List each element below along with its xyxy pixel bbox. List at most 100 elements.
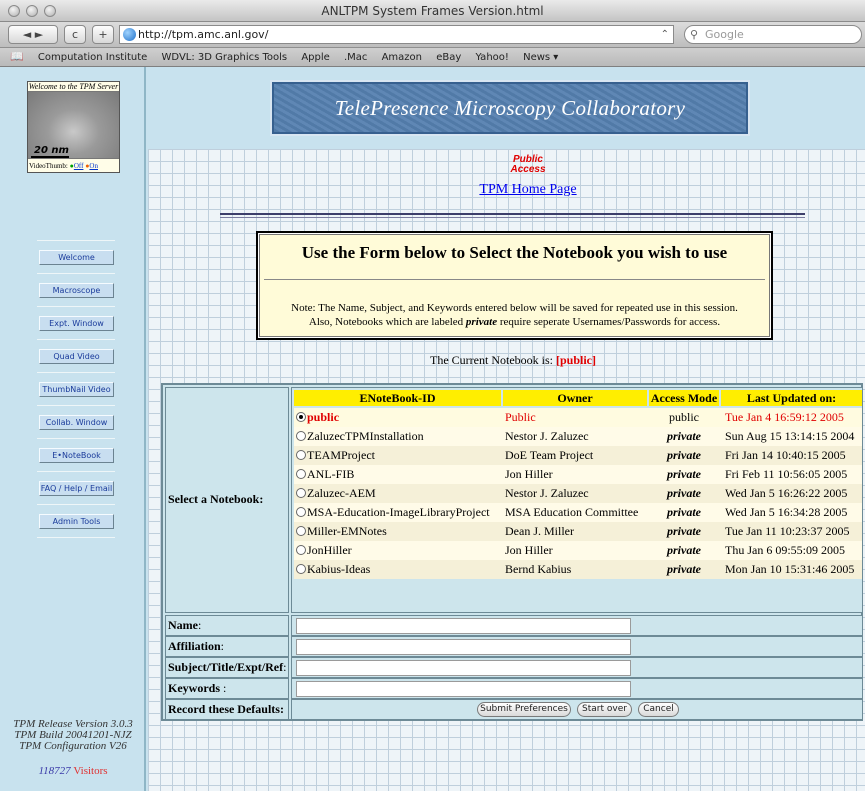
- close-window-icon[interactable]: [8, 5, 20, 17]
- bookmark-item[interactable]: Amazon: [382, 52, 422, 63]
- note-line-2: Also, Notebooks which are labeled privat…: [258, 315, 771, 329]
- nav-faq-help-email-button[interactable]: FAQ / Help / Email: [39, 481, 114, 496]
- notebook-row[interactable]: Kabius-Ideas Bernd Kabius private Mon Jan 1…: [294, 560, 862, 579]
- instructions-box: Use the Form below to Select the Noteboo…: [256, 231, 773, 340]
- nav-quad-video-button[interactable]: Quad Video: [39, 349, 114, 364]
- videothumb-off-link[interactable]: Off: [74, 162, 84, 170]
- left-nav-list: Welcome Macroscope Expt. Window Quad Vid…: [37, 240, 115, 538]
- notebook-owner: Jon Hiller: [505, 543, 553, 557]
- search-placeholder: Google: [705, 28, 744, 41]
- keywords-input[interactable]: [296, 681, 631, 697]
- nav-macroscope-button[interactable]: Macroscope: [39, 283, 114, 298]
- note-private-word: private: [465, 316, 498, 328]
- keywords-label-text: Keywords: [168, 681, 220, 695]
- bookmark-item[interactable]: News ▾: [523, 52, 558, 63]
- nav-collab-window-button[interactable]: Collab. Window: [39, 415, 114, 430]
- keywords-row: Keywords :: [165, 678, 863, 699]
- content-area: Public Access TPM Home Page Use the Form…: [148, 149, 865, 791]
- submit-preferences-button[interactable]: Submit Preferences: [477, 702, 571, 717]
- reload-button[interactable]: c: [64, 25, 86, 44]
- bookmark-item[interactable]: .Mac: [344, 52, 367, 63]
- subject-row: Subject/Title/Expt/Ref:: [165, 657, 863, 678]
- notebook-id: Zaluzec-AEM: [307, 486, 376, 500]
- notebook-row[interactable]: MSA-Education-ImageLibraryProject MSA Edu…: [294, 503, 862, 522]
- notebook-radio[interactable]: [296, 545, 306, 555]
- subject-label: Subject/Title/Expt/Ref:: [165, 657, 289, 678]
- affiliation-row: Affiliation:: [165, 636, 863, 657]
- bookmark-item[interactable]: Computation Institute: [38, 52, 147, 63]
- bookmark-item[interactable]: Apple: [301, 52, 329, 63]
- nav-expt-window-button[interactable]: Expt. Window: [39, 316, 114, 331]
- notebook-radio[interactable]: [296, 469, 306, 479]
- zoom-window-icon[interactable]: [44, 5, 56, 17]
- bookmark-item[interactable]: WDVL: 3D Graphics Tools: [162, 52, 288, 63]
- notebook-access-mode: private: [667, 505, 701, 519]
- bookmarks-book-icon[interactable]: 📖: [10, 50, 24, 63]
- notebook-id: Kabius-Ideas: [307, 562, 371, 576]
- name-label: Name:: [165, 615, 289, 636]
- notebook-owner: DoE Team Project: [505, 448, 594, 462]
- notebook-radio[interactable]: [296, 507, 306, 517]
- nav-divider: [37, 537, 115, 538]
- main-header: TelePresence Microscopy Collaboratory: [148, 67, 865, 149]
- url-dropdown-icon[interactable]: ⌃: [661, 26, 669, 43]
- tpm-home-link-text[interactable]: TPM Home Page: [479, 182, 576, 197]
- back-forward-button[interactable]: ◄ ►: [8, 25, 58, 44]
- notebook-owner: Nestor J. Zaluzec: [505, 486, 589, 500]
- minimize-window-icon[interactable]: [26, 5, 38, 17]
- notebook-radio[interactable]: [296, 488, 306, 498]
- notebook-row[interactable]: Zaluzec-AEM Nestor J. Zaluzec private Wed J…: [294, 484, 862, 503]
- scale-bar: [31, 156, 69, 158]
- start-over-button[interactable]: Start over: [577, 702, 632, 717]
- videothumb-on-link[interactable]: On: [89, 162, 98, 170]
- subject-input[interactable]: [296, 660, 631, 676]
- notebook-form-table: Select a Notebook: ENoteBook-ID Owner Ac…: [161, 383, 863, 721]
- divider-rule-shadow: [220, 217, 805, 218]
- nav-enotebook-button[interactable]: E•NoteBook: [39, 448, 114, 463]
- affiliation-input[interactable]: [296, 639, 631, 655]
- instructions-note: Note: The Name, Subject, and Keywords en…: [258, 301, 771, 329]
- notebook-radio[interactable]: [296, 450, 306, 460]
- notebook-last-updated: Mon Jan 10 15:31:46 2005: [725, 562, 855, 576]
- microscope-thumbnail-image[interactable]: 20 nm: [28, 92, 119, 158]
- notebook-owner: Jon Hiller: [505, 467, 553, 481]
- cancel-button[interactable]: Cancel: [638, 702, 679, 717]
- name-label-text: Name: [168, 618, 198, 632]
- notebook-access-mode: private: [667, 429, 701, 443]
- bookmark-item[interactable]: Yahoo!: [475, 52, 508, 63]
- google-search-input[interactable]: ⚲ Google: [684, 25, 862, 44]
- notebook-radio[interactable]: [296, 564, 306, 574]
- nav-admin-tools-button[interactable]: Admin Tools: [39, 514, 114, 529]
- notebook-row[interactable]: ANL-FIB Jon Hiller private Fri Feb 11 10:56…: [294, 465, 862, 484]
- notebook-row[interactable]: JonHiller Jon Hiller private Thu Jan 6 09:5…: [294, 541, 862, 560]
- notebook-owner: Public: [505, 410, 536, 424]
- notebook-row[interactable]: ZaluzecTPMInstallation Nestor J. Zaluzec p…: [294, 427, 862, 446]
- nav-welcome-button[interactable]: Welcome: [39, 250, 114, 265]
- notebook-radio[interactable]: [296, 431, 306, 441]
- notebook-row[interactable]: Miller-EMNotes Dean J. Miller private Tue J…: [294, 522, 862, 541]
- notebook-radio[interactable]: [296, 412, 306, 422]
- notebook-access-mode: public: [669, 410, 699, 424]
- thumbnail-caption: Welcome to the TPM Server: [28, 82, 119, 92]
- nav-item: Admin Tools: [37, 505, 115, 537]
- notebook-id: MSA-Education-ImageLibraryProject: [307, 505, 490, 519]
- nav-thumbnail-video-button[interactable]: ThumbNail Video: [39, 382, 114, 397]
- defaults-cell: Submit Preferences Start over Cancel: [291, 699, 863, 720]
- notebook-id-cell: Zaluzec-AEM: [296, 484, 501, 503]
- notebook-radio[interactable]: [296, 526, 306, 536]
- window-title: ANLTPM System Frames Version.html: [321, 4, 544, 18]
- nav-item: Macroscope: [37, 274, 115, 306]
- address-bar[interactable]: http://tpm.amc.anl.gov/ ⌃: [119, 25, 674, 44]
- nav-item: Expt. Window: [37, 307, 115, 339]
- nav-item: FAQ / Help / Email: [37, 472, 115, 504]
- bookmark-item[interactable]: eBay: [436, 52, 461, 63]
- notebook-id-cell: JonHiller: [296, 541, 501, 560]
- name-input[interactable]: [296, 618, 631, 634]
- notebook-id-cell: MSA-Education-ImageLibraryProject: [296, 503, 501, 522]
- notebook-row[interactable]: public Public public Tue Jan 4 16:59:12 200…: [294, 408, 862, 427]
- notebook-last-updated: Thu Jan 6 09:55:09 2005: [725, 543, 845, 557]
- select-notebook-label: Select a Notebook:: [165, 387, 289, 613]
- divider-rule: [220, 213, 805, 215]
- add-bookmark-button[interactable]: +: [92, 25, 114, 44]
- notebook-row[interactable]: TEAMProject DoE Team Project private Fri Ja…: [294, 446, 862, 465]
